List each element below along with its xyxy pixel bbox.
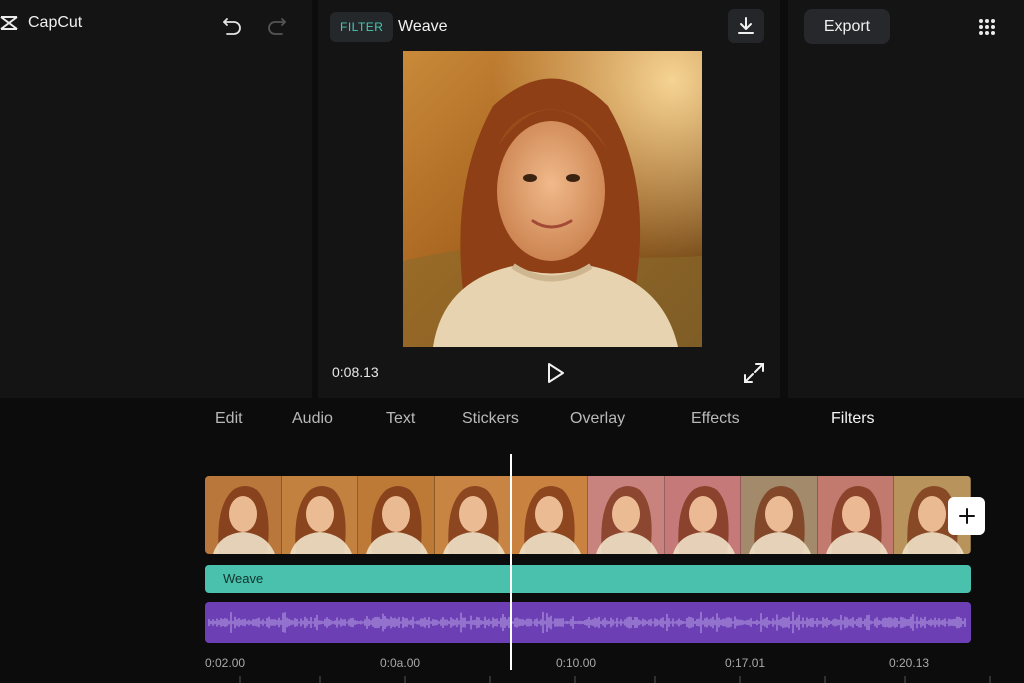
video-frame-thumbnail [741,476,818,554]
waveform [208,611,966,634]
video-frame-thumbnail [817,476,895,554]
undo-icon [223,18,241,35]
redo-icon [268,18,286,35]
tab-stickers[interactable]: Stickers [462,410,519,428]
tab-edit[interactable]: Edit [215,410,243,428]
filter-track-label: Weave [223,571,264,586]
video-frame-thumbnail [205,476,282,554]
editor-tabs: Edit Audio Text Stickers Overlay Effects… [0,410,1024,432]
ruler-label: 0:02.00 [205,656,246,670]
export-panel: Export [788,0,1024,398]
fullscreen-button[interactable] [742,361,766,385]
grid-icon [979,19,995,35]
project-panel: CapCut [0,0,312,398]
filter-badge: FILTER [330,12,394,42]
video-track[interactable] [205,476,971,554]
filter-track[interactable]: Weave [205,565,971,593]
app-logo: CapCut [0,14,82,32]
tab-effects[interactable]: Effects [691,410,740,428]
app-name: CapCut [28,14,83,31]
timeline-ruler [239,676,991,683]
video-frame-thumbnail [664,476,742,554]
plus-icon [958,508,975,524]
ruler-label: 0:17.01 [725,656,766,670]
portrait-image [403,51,702,347]
ruler-label: 0:20.13 [889,656,930,670]
more-button[interactable] [976,16,998,38]
audio-track[interactable] [205,602,971,643]
video-frame-thumbnail [358,476,435,554]
tab-text[interactable]: Text [386,410,415,428]
video-preview[interactable] [403,51,702,347]
download-icon [738,17,754,34]
ruler-label: 0:0a.00 [380,656,421,670]
play-button[interactable] [542,360,568,386]
capcut-logo-icon [0,16,18,30]
current-time: 0:08.13 [332,364,379,380]
preview-panel: FILTER Weave 0:08.13 [318,0,780,398]
video-frame-thumbnail [434,476,512,554]
add-clip-button[interactable] [948,497,985,535]
tab-audio[interactable]: Audio [292,410,333,428]
video-frame-thumbnail [511,476,588,554]
play-icon [548,363,564,383]
ruler-label: 0:10.00 [556,656,597,670]
playhead[interactable] [510,454,512,670]
undo-button[interactable] [220,14,244,38]
filter-name: Weave [398,18,448,35]
video-frame-thumbnail [281,476,359,554]
fullscreen-icon [744,363,764,383]
tab-overlay[interactable]: Overlay [570,410,625,428]
tab-filters[interactable]: Filters [831,410,875,428]
export-button[interactable]: Export [804,9,890,44]
download-button[interactable] [728,9,764,43]
video-frame-thumbnail [587,476,665,554]
redo-button[interactable] [265,14,289,38]
